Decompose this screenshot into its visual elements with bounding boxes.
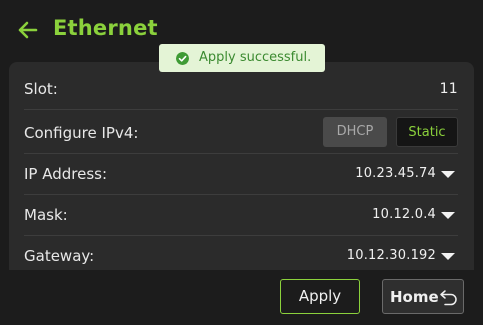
page-title: Ethernet <box>53 16 158 40</box>
apply-button[interactable]: Apply <box>280 279 360 314</box>
return-icon <box>440 290 457 306</box>
gateway-label: Gateway: <box>24 247 95 265</box>
ipv4-row: Configure IPv4: DHCP Static <box>24 113 458 154</box>
success-toast: Apply successful. <box>159 44 325 72</box>
ip-address-value[interactable]: 10.23.45.74 <box>355 166 436 181</box>
home-button[interactable]: Home <box>382 279 464 314</box>
dhcp-option[interactable]: DHCP <box>323 117 387 147</box>
static-option[interactable]: Static <box>396 117 458 147</box>
gateway-row[interactable]: Gateway: 10.12.30.192 <box>24 236 458 270</box>
ip-address-label: IP Address: <box>24 165 108 183</box>
check-circle-icon <box>176 52 189 65</box>
caret-down-icon[interactable] <box>441 212 455 219</box>
footer: Apply Home <box>0 270 483 325</box>
gateway-value[interactable]: 10.12.30.192 <box>347 248 436 263</box>
settings-panel: Slot: 11 Configure IPv4: DHCP Static IP … <box>9 62 474 270</box>
toast-message: Apply successful. <box>199 50 312 65</box>
caret-down-icon[interactable] <box>441 171 455 178</box>
arrow-left-icon[interactable] <box>16 18 40 42</box>
caret-down-icon[interactable] <box>441 253 455 260</box>
slot-label: Slot: <box>24 80 58 98</box>
ipv4-label: Configure IPv4: <box>24 124 139 142</box>
ip-address-row[interactable]: IP Address: 10.23.45.74 <box>24 154 458 195</box>
mask-value[interactable]: 10.12.0.4 <box>372 207 436 222</box>
slot-value: 11 <box>439 81 458 97</box>
mask-row[interactable]: Mask: 10.12.0.4 <box>24 195 458 236</box>
home-button-label: Home <box>390 288 439 306</box>
slot-row: Slot: 11 <box>24 69 458 110</box>
mask-label: Mask: <box>24 206 68 224</box>
